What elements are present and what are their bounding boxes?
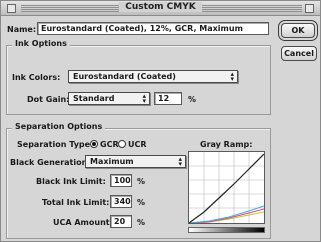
separation-options-title: Separation Options bbox=[12, 122, 106, 131]
dot-gain-popup[interactable]: Standard ▴ ▾ bbox=[68, 92, 150, 105]
uca-amount-label: UCA Amount: bbox=[53, 218, 113, 227]
magenta-curve bbox=[188, 208, 265, 224]
total-ink-limit-field[interactable]: 340 bbox=[110, 195, 132, 208]
gcr-radio[interactable] bbox=[90, 140, 98, 148]
dot-gain-label: Dot Gain: bbox=[27, 95, 70, 104]
gray-ramp-label: Gray Ramp: bbox=[200, 140, 253, 149]
black-curve bbox=[188, 153, 265, 224]
uca-amount-percent: % bbox=[137, 218, 146, 227]
black-generation-label: Black Generation: bbox=[10, 158, 91, 167]
dot-gain-percent: % bbox=[188, 95, 197, 104]
ucr-label: UCR bbox=[128, 140, 147, 149]
cancel-button[interactable]: Cancel bbox=[281, 46, 317, 61]
popup-arrows-icon: ▴ ▾ bbox=[178, 155, 182, 168]
black-ink-limit-label: Black Ink Limit: bbox=[36, 177, 106, 186]
uca-amount-field[interactable]: 20 bbox=[110, 215, 132, 228]
total-ink-limit-label: Total Ink Limit: bbox=[42, 198, 110, 207]
black-ink-limit-percent: % bbox=[137, 177, 146, 186]
gray-ramp-curves bbox=[188, 152, 265, 224]
name-field[interactable]: Eurostandard (Coated), 12%, GCR, Maximum bbox=[37, 22, 269, 35]
black-generation-popup[interactable]: Maximum ▴ ▾ bbox=[85, 155, 186, 168]
gcr-label: GCR bbox=[100, 140, 119, 149]
ink-colors-value: Eurostandard (Coated) bbox=[73, 72, 176, 81]
ok-button[interactable]: OK bbox=[281, 23, 315, 38]
black-generation-value: Maximum bbox=[90, 157, 134, 166]
popup-arrows-icon: ▴ ▾ bbox=[142, 92, 146, 105]
dot-gain-field[interactable]: 12 bbox=[154, 92, 182, 105]
dot-gain-mode: Standard bbox=[73, 94, 115, 103]
popup-arrows-icon: ▴ ▾ bbox=[230, 70, 234, 83]
total-ink-limit-percent: % bbox=[137, 198, 146, 207]
ink-options-title: Ink Options bbox=[12, 39, 70, 48]
gray-ramp-gradient bbox=[188, 227, 265, 233]
black-ink-limit-field[interactable]: 100 bbox=[110, 174, 132, 187]
title-bar[interactable]: Custom CMYK bbox=[1, 1, 320, 16]
separation-type-label: Separation Type: bbox=[17, 140, 94, 149]
ink-colors-label: Ink Colors: bbox=[12, 73, 61, 82]
ucr-radio[interactable] bbox=[118, 140, 126, 148]
ink-colors-popup[interactable]: Eurostandard (Coated) ▴ ▾ bbox=[68, 70, 238, 83]
zoom-box-icon[interactable] bbox=[305, 4, 314, 13]
window-title: Custom CMYK bbox=[119, 2, 202, 12]
gray-ramp-graph bbox=[188, 151, 265, 224]
name-label: Name: bbox=[7, 25, 37, 34]
custom-cmyk-dialog: Custom CMYK Name: Eurostandard (Coated),… bbox=[0, 0, 321, 242]
